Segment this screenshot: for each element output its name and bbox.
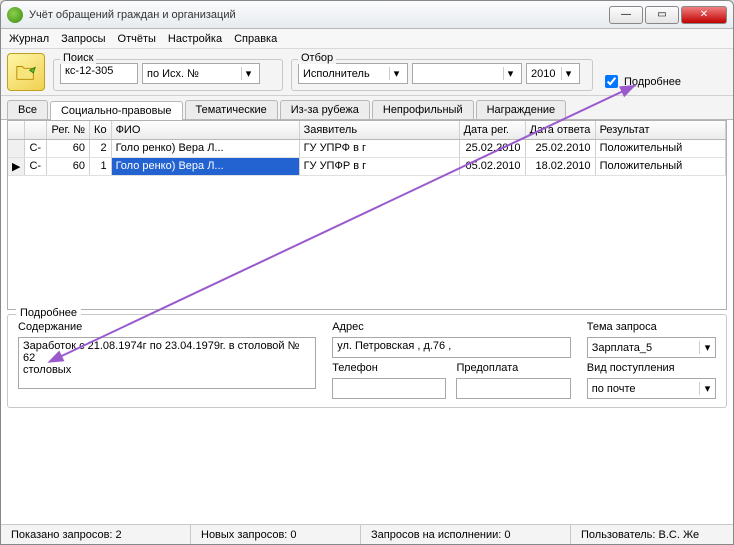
col-app[interactable]: Заявитель (299, 121, 459, 139)
prepay-label: Предоплата (456, 362, 570, 374)
address-field[interactable]: ул. Петровская , д.76 , (332, 337, 571, 358)
col-cat[interactable] (25, 121, 47, 139)
statusbar: Показано запросов: 2 Новых запросов: 0 З… (1, 524, 733, 544)
col-dreg[interactable]: Дата рег. (459, 121, 525, 139)
folder-open-icon (15, 61, 37, 83)
tab-thematic[interactable]: Тематические (185, 100, 278, 119)
tab-award[interactable]: Награждение (476, 100, 567, 119)
subject-label: Тема запроса (587, 321, 716, 333)
menu-journal[interactable]: Журнал (9, 33, 49, 45)
subject-combo[interactable]: Зарплата_5 ▾ (587, 337, 716, 358)
table-row[interactable]: ▶ С- 60 1 Голо ренко) Вера Л... ГУ УПФР … (8, 157, 726, 175)
close-button[interactable]: ✕ (681, 6, 727, 24)
filter-legend: Отбор (298, 52, 336, 64)
tab-all[interactable]: Все (7, 100, 48, 119)
menu-settings[interactable]: Настройка (168, 33, 222, 45)
content-field[interactable]: Заработок с 21.08.1974г по 23.04.1979г. … (18, 337, 316, 389)
details-checkbox[interactable]: Подробнее (601, 72, 681, 91)
data-grid[interactable]: Рег. № Ко ФИО Заявитель Дата рег. Дата о… (7, 120, 727, 310)
tab-abroad[interactable]: Из-за рубежа (280, 100, 370, 119)
details-checkbox-input[interactable] (605, 75, 618, 88)
status-user: Пользователь: В.С. Же (571, 525, 733, 544)
open-folder-button[interactable] (7, 53, 45, 91)
status-new: Новых запросов: 0 (191, 525, 361, 544)
menu-reports[interactable]: Отчёты (118, 33, 156, 45)
col-reg[interactable]: Рег. № (47, 121, 90, 139)
search-mode-value: по Исх. № (147, 68, 199, 80)
tab-social[interactable]: Социально-правовые (50, 101, 183, 120)
address-label: Адрес (332, 321, 571, 333)
menu-help[interactable]: Справка (234, 33, 277, 45)
status-exec: Запросов на исполнении: 0 (361, 525, 571, 544)
year-combo[interactable]: 2010 ▾ (526, 63, 580, 84)
chevron-down-icon: ▾ (561, 67, 575, 80)
col-result[interactable]: Результат (595, 121, 725, 139)
search-legend: Поиск (60, 52, 96, 64)
channel-value: по почте (588, 383, 699, 395)
table-row[interactable]: С- 60 2 Голо ренко) Вера Л... ГУ УПРФ в … (8, 139, 726, 157)
chevron-down-icon: ▾ (241, 67, 255, 80)
year-value: 2010 (531, 68, 555, 80)
menubar: Журнал Запросы Отчёты Настройка Справка (1, 29, 733, 49)
menu-queries[interactable]: Запросы (61, 33, 105, 45)
tab-nonprofile[interactable]: Непрофильный (372, 100, 474, 119)
minimize-button[interactable]: — (609, 6, 643, 24)
col-fio[interactable]: ФИО (111, 121, 299, 139)
phone-label: Телефон (332, 362, 446, 374)
executor-value: Исполнитель (303, 68, 370, 80)
app-icon (7, 7, 23, 23)
titlebar: Учёт обращений граждан и организаций — ▭… (1, 1, 733, 29)
details-checkbox-label: Подробнее (624, 76, 681, 88)
chevron-down-icon: ▾ (699, 341, 715, 354)
filter-group: Отбор Исполнитель ▾ ▾ 2010 ▾ (291, 59, 593, 91)
search-input[interactable]: кс-12-305 (60, 63, 138, 84)
window-title: Учёт обращений граждан и организаций (29, 9, 609, 21)
maximize-button[interactable]: ▭ (645, 6, 679, 24)
selected-cell: Голо ренко) Вера Л... (111, 157, 299, 175)
details-legend: Подробнее (16, 307, 81, 319)
executor-combo[interactable]: Исполнитель ▾ (298, 63, 408, 84)
details-panel: Подробнее Содержание Заработок с 21.08.1… (7, 314, 727, 408)
col-ko[interactable]: Ко (90, 121, 112, 139)
prepay-field[interactable] (456, 378, 570, 399)
chevron-down-icon: ▾ (699, 382, 715, 395)
toolbar: Поиск кс-12-305 по Исх. № ▾ Отбор Исполн… (1, 49, 733, 96)
search-mode-combo[interactable]: по Исх. № ▾ (142, 63, 260, 84)
tabbar: Все Социально-правовые Тематические Из-з… (1, 96, 733, 120)
chevron-down-icon: ▾ (389, 67, 403, 80)
status-shown: Показано запросов: 2 (1, 525, 191, 544)
col-selector (8, 121, 25, 139)
phone-field[interactable] (332, 378, 446, 399)
channel-combo[interactable]: по почте ▾ (587, 378, 716, 399)
channel-label: Вид поступления (587, 362, 716, 374)
subject-value: Зарплата_5 (588, 342, 699, 354)
chevron-down-icon: ▾ (503, 67, 517, 80)
content-label: Содержание (18, 321, 316, 333)
col-dans[interactable]: Дата ответа (525, 121, 595, 139)
search-group: Поиск кс-12-305 по Исх. № ▾ (53, 59, 283, 91)
filter-extra-combo[interactable]: ▾ (412, 63, 522, 84)
